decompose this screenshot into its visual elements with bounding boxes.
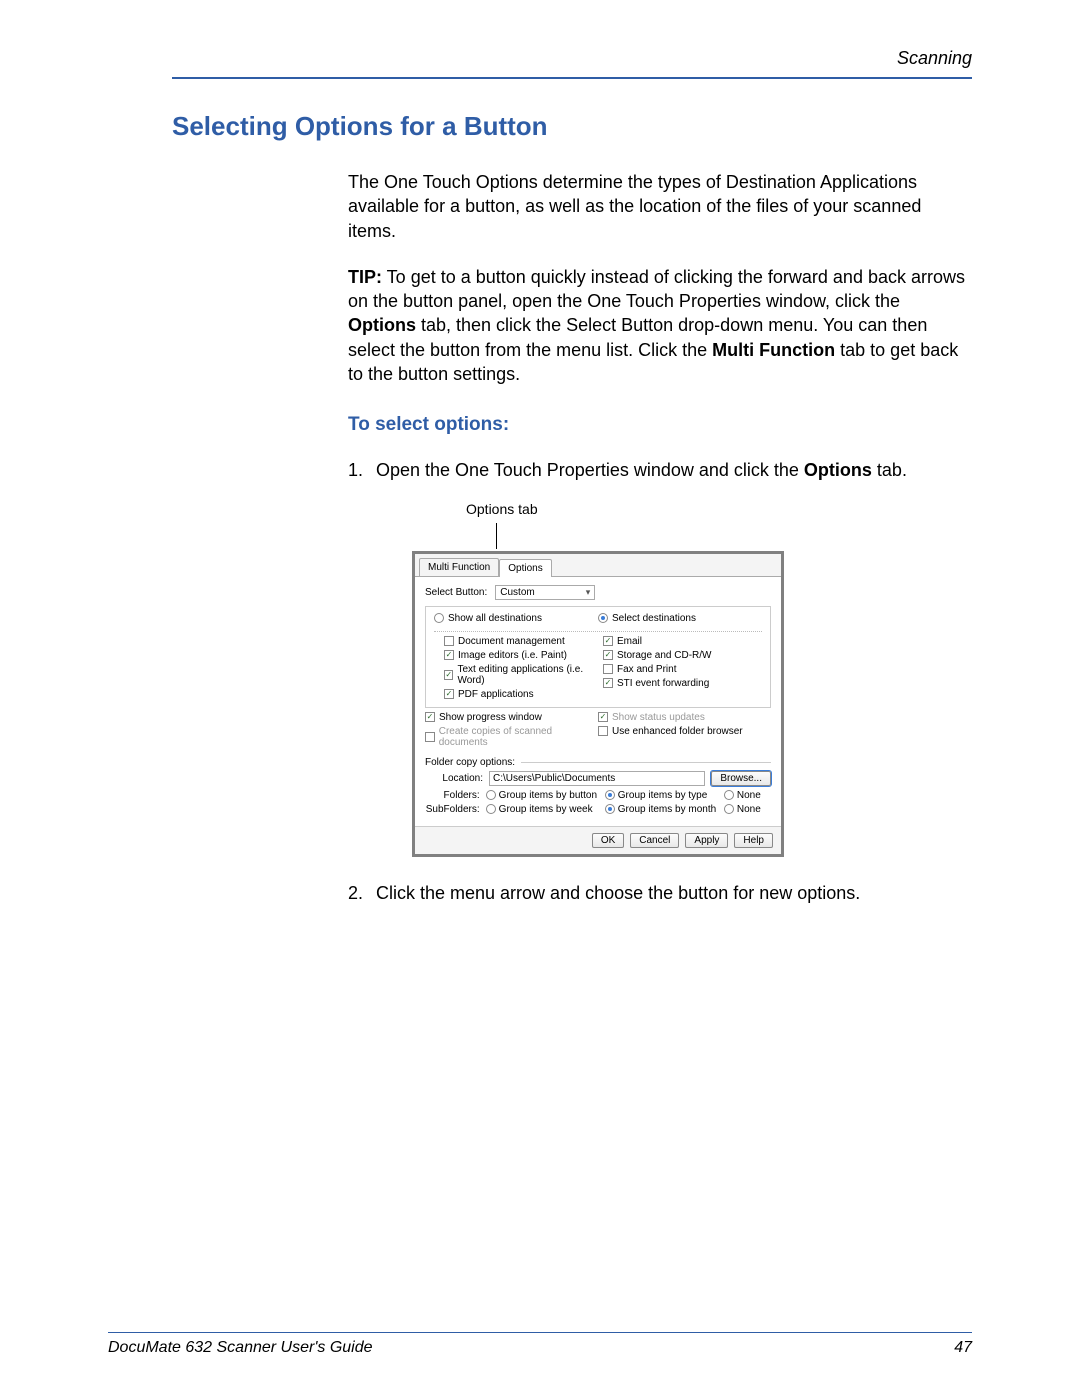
- radio-icon: [605, 790, 615, 800]
- checkbox-icon: [603, 678, 613, 688]
- radio-select-dest[interactable]: Select destinations: [598, 613, 762, 624]
- chk-doc-mgmt[interactable]: Document management: [444, 636, 603, 647]
- chk-fax[interactable]: Fax and Print: [603, 664, 762, 675]
- chk-copies[interactable]: Create copies of scanned documents: [425, 726, 598, 748]
- chk-progress[interactable]: Show progress window: [425, 712, 598, 723]
- radio-icon: [598, 613, 608, 623]
- chk-pdf[interactable]: PDF applications: [444, 689, 603, 700]
- chk-status: Show status updates: [598, 712, 771, 723]
- step-1-text-2: tab.: [872, 460, 907, 480]
- page-footer: DocuMate 632 Scanner User's Guide 47: [108, 1332, 972, 1357]
- chk-storage[interactable]: Storage and CD-R/W: [603, 650, 762, 661]
- radio-show-all[interactable]: Show all destinations: [434, 613, 598, 624]
- footer-page-number: 47: [954, 1339, 972, 1357]
- radio-folders-none[interactable]: None: [724, 790, 771, 801]
- section-heading: Selecting Options for a Button: [172, 111, 972, 142]
- radio-icon: [486, 804, 496, 814]
- tab-multi-function[interactable]: Multi Function: [419, 558, 499, 576]
- chevron-down-icon: ▾: [586, 587, 591, 598]
- intro-paragraph: The One Touch Options determine the type…: [348, 170, 972, 243]
- subfolders-label: SubFolders:: [425, 804, 480, 815]
- tip-bold-2: Multi Function: [712, 340, 835, 360]
- radio-icon: [724, 804, 734, 814]
- tab-options[interactable]: Options: [499, 559, 551, 577]
- checkbox-icon: [444, 689, 454, 699]
- step-2: 2. Click the menu arrow and choose the b…: [348, 881, 972, 905]
- checkbox-icon: [598, 712, 608, 722]
- destinations-group: Show all destinations Select destination…: [425, 606, 771, 708]
- browse-button[interactable]: Browse...: [711, 771, 771, 786]
- tip-text-1: To get to a button quickly instead of cl…: [348, 267, 965, 311]
- tip-bold-1: Options: [348, 315, 416, 335]
- step-2-number: 2.: [348, 881, 376, 905]
- step-1-number: 1.: [348, 458, 376, 482]
- checkbox-icon: [444, 650, 454, 660]
- checkbox-icon: [425, 712, 435, 722]
- callout-label: Options tab: [466, 501, 972, 517]
- location-label: Location:: [425, 773, 483, 784]
- select-button-dropdown[interactable]: Custom ▾: [495, 585, 595, 600]
- radio-group-by-button[interactable]: Group items by button: [486, 790, 599, 801]
- subheading: To select options:: [348, 414, 972, 436]
- radio-show-all-label: Show all destinations: [448, 613, 542, 624]
- step-2-text: Click the menu arrow and choose the butt…: [376, 881, 860, 905]
- checkbox-icon: [444, 636, 454, 646]
- chk-email[interactable]: Email: [603, 636, 762, 647]
- callout-line: [496, 523, 497, 549]
- cancel-button[interactable]: Cancel: [630, 833, 679, 848]
- radio-group-by-week[interactable]: Group items by week: [486, 804, 599, 815]
- radio-group-by-type[interactable]: Group items by type: [605, 790, 718, 801]
- radio-subfolders-none[interactable]: None: [724, 804, 771, 815]
- chk-image-editors[interactable]: Image editors (i.e. Paint): [444, 650, 603, 661]
- chk-text-editing[interactable]: Text editing applications (i.e. Word): [444, 664, 603, 686]
- radio-icon: [486, 790, 496, 800]
- footer-title: DocuMate 632 Scanner User's Guide: [108, 1339, 373, 1357]
- step-1-text-1: Open the One Touch Properties window and…: [376, 460, 804, 480]
- header-rule: [172, 77, 972, 79]
- radio-group-by-month[interactable]: Group items by month: [605, 804, 718, 815]
- tip-label: TIP:: [348, 267, 382, 287]
- chk-enhanced[interactable]: Use enhanced folder browser: [598, 726, 771, 737]
- options-dialog: Multi Function Options Select Button: Cu…: [412, 551, 784, 857]
- apply-button[interactable]: Apply: [685, 833, 728, 848]
- header-section-label: Scanning: [172, 48, 972, 77]
- checkbox-icon: [603, 664, 613, 674]
- checkbox-icon: [425, 732, 435, 742]
- select-button-label: Select Button:: [425, 587, 487, 598]
- step-1-bold: Options: [804, 460, 872, 480]
- step-1: 1. Open the One Touch Properties window …: [348, 458, 972, 482]
- tip-paragraph: TIP: To get to a button quickly instead …: [348, 265, 972, 386]
- checkbox-icon: [598, 726, 608, 736]
- checkbox-icon: [603, 650, 613, 660]
- radio-icon: [724, 790, 734, 800]
- radio-select-dest-label: Select destinations: [612, 613, 696, 624]
- location-input[interactable]: C:\Users\Public\Documents: [489, 771, 705, 786]
- radio-icon: [605, 804, 615, 814]
- help-button[interactable]: Help: [734, 833, 773, 848]
- tab-bar: Multi Function Options: [415, 554, 781, 577]
- dialog-footer: OK Cancel Apply Help: [415, 826, 781, 854]
- radio-icon: [434, 613, 444, 623]
- select-button-value: Custom: [500, 587, 534, 598]
- folders-label: Folders:: [425, 790, 480, 801]
- checkbox-icon: [444, 670, 453, 680]
- folder-copy-label: Folder copy options:: [425, 757, 771, 768]
- checkbox-icon: [603, 636, 613, 646]
- chk-sti[interactable]: STI event forwarding: [603, 678, 762, 689]
- ok-button[interactable]: OK: [592, 833, 624, 848]
